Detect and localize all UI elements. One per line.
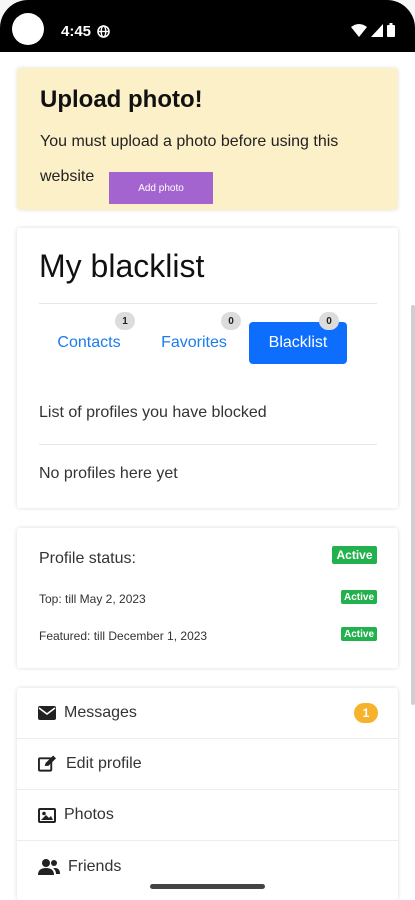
battery-icon: [387, 23, 395, 37]
tab-contacts[interactable]: Contacts 1: [39, 312, 139, 364]
scrollbar[interactable]: [411, 305, 415, 705]
tab-favorites[interactable]: Favorites 0: [149, 312, 241, 364]
globe-icon: [97, 25, 110, 38]
blacklist-description: List of profiles you have blocked: [39, 404, 267, 421]
top-status-badge: Active: [341, 590, 377, 604]
status-time: 4:45: [61, 23, 92, 40]
status-bar: 4:45: [0, 0, 415, 52]
camera-cutout: [12, 13, 44, 45]
tab-label: Contacts: [57, 334, 121, 351]
empty-state-text: No profiles here yet: [39, 465, 178, 482]
menu-item-edit-profile[interactable]: Edit profile: [17, 739, 398, 790]
image-icon: [38, 807, 56, 823]
count-badge: 1: [115, 312, 135, 330]
messages-count-badge: 1: [354, 703, 378, 723]
menu-item-label: Messages: [64, 704, 137, 721]
tab-label: Blacklist: [268, 334, 328, 351]
edit-icon: [38, 755, 56, 772]
tab-label: Favorites: [161, 334, 227, 351]
profile-status-card: Profile status: Active Top: till May 2, …: [17, 528, 398, 668]
featured-status-label: Featured: till December 1, 2023: [39, 629, 208, 643]
menu-item-messages[interactable]: Messages 1: [17, 688, 398, 739]
profile-status-label: Profile status:: [39, 550, 136, 567]
menu-item-photos[interactable]: Photos: [17, 790, 398, 841]
menu-item-label: Friends: [68, 857, 122, 875]
envelope-icon: [38, 705, 56, 721]
home-indicator[interactable]: [150, 884, 265, 889]
wifi-icon: [351, 23, 367, 37]
profile-menu: Messages 1 Edit profile Photos Friends: [17, 688, 398, 900]
menu-item-label: Edit profile: [66, 755, 142, 772]
featured-status-badge: Active: [341, 627, 377, 641]
count-badge: 0: [221, 312, 241, 330]
count-badge: 0: [319, 312, 339, 330]
page-content: Upload photo! You must upload a photo be…: [0, 52, 415, 900]
menu-item-label: Photos: [64, 806, 114, 823]
top-status-label: Top: till May 2, 2023: [39, 592, 146, 606]
signal-icon: [371, 23, 383, 37]
upload-title: Upload photo!: [40, 86, 203, 113]
users-icon: [38, 858, 60, 875]
status-badge: Active: [332, 546, 377, 564]
divider: [39, 303, 377, 304]
add-photo-button[interactable]: Add photo: [109, 172, 213, 204]
tab-blacklist[interactable]: Blacklist 0: [249, 312, 347, 364]
page-title: My blacklist: [39, 248, 205, 284]
upload-photo-alert: Upload photo! You must upload a photo be…: [17, 68, 398, 210]
divider: [39, 444, 377, 445]
blacklist-card: My blacklist Contacts 1 Favorites 0 Blac…: [17, 228, 398, 508]
